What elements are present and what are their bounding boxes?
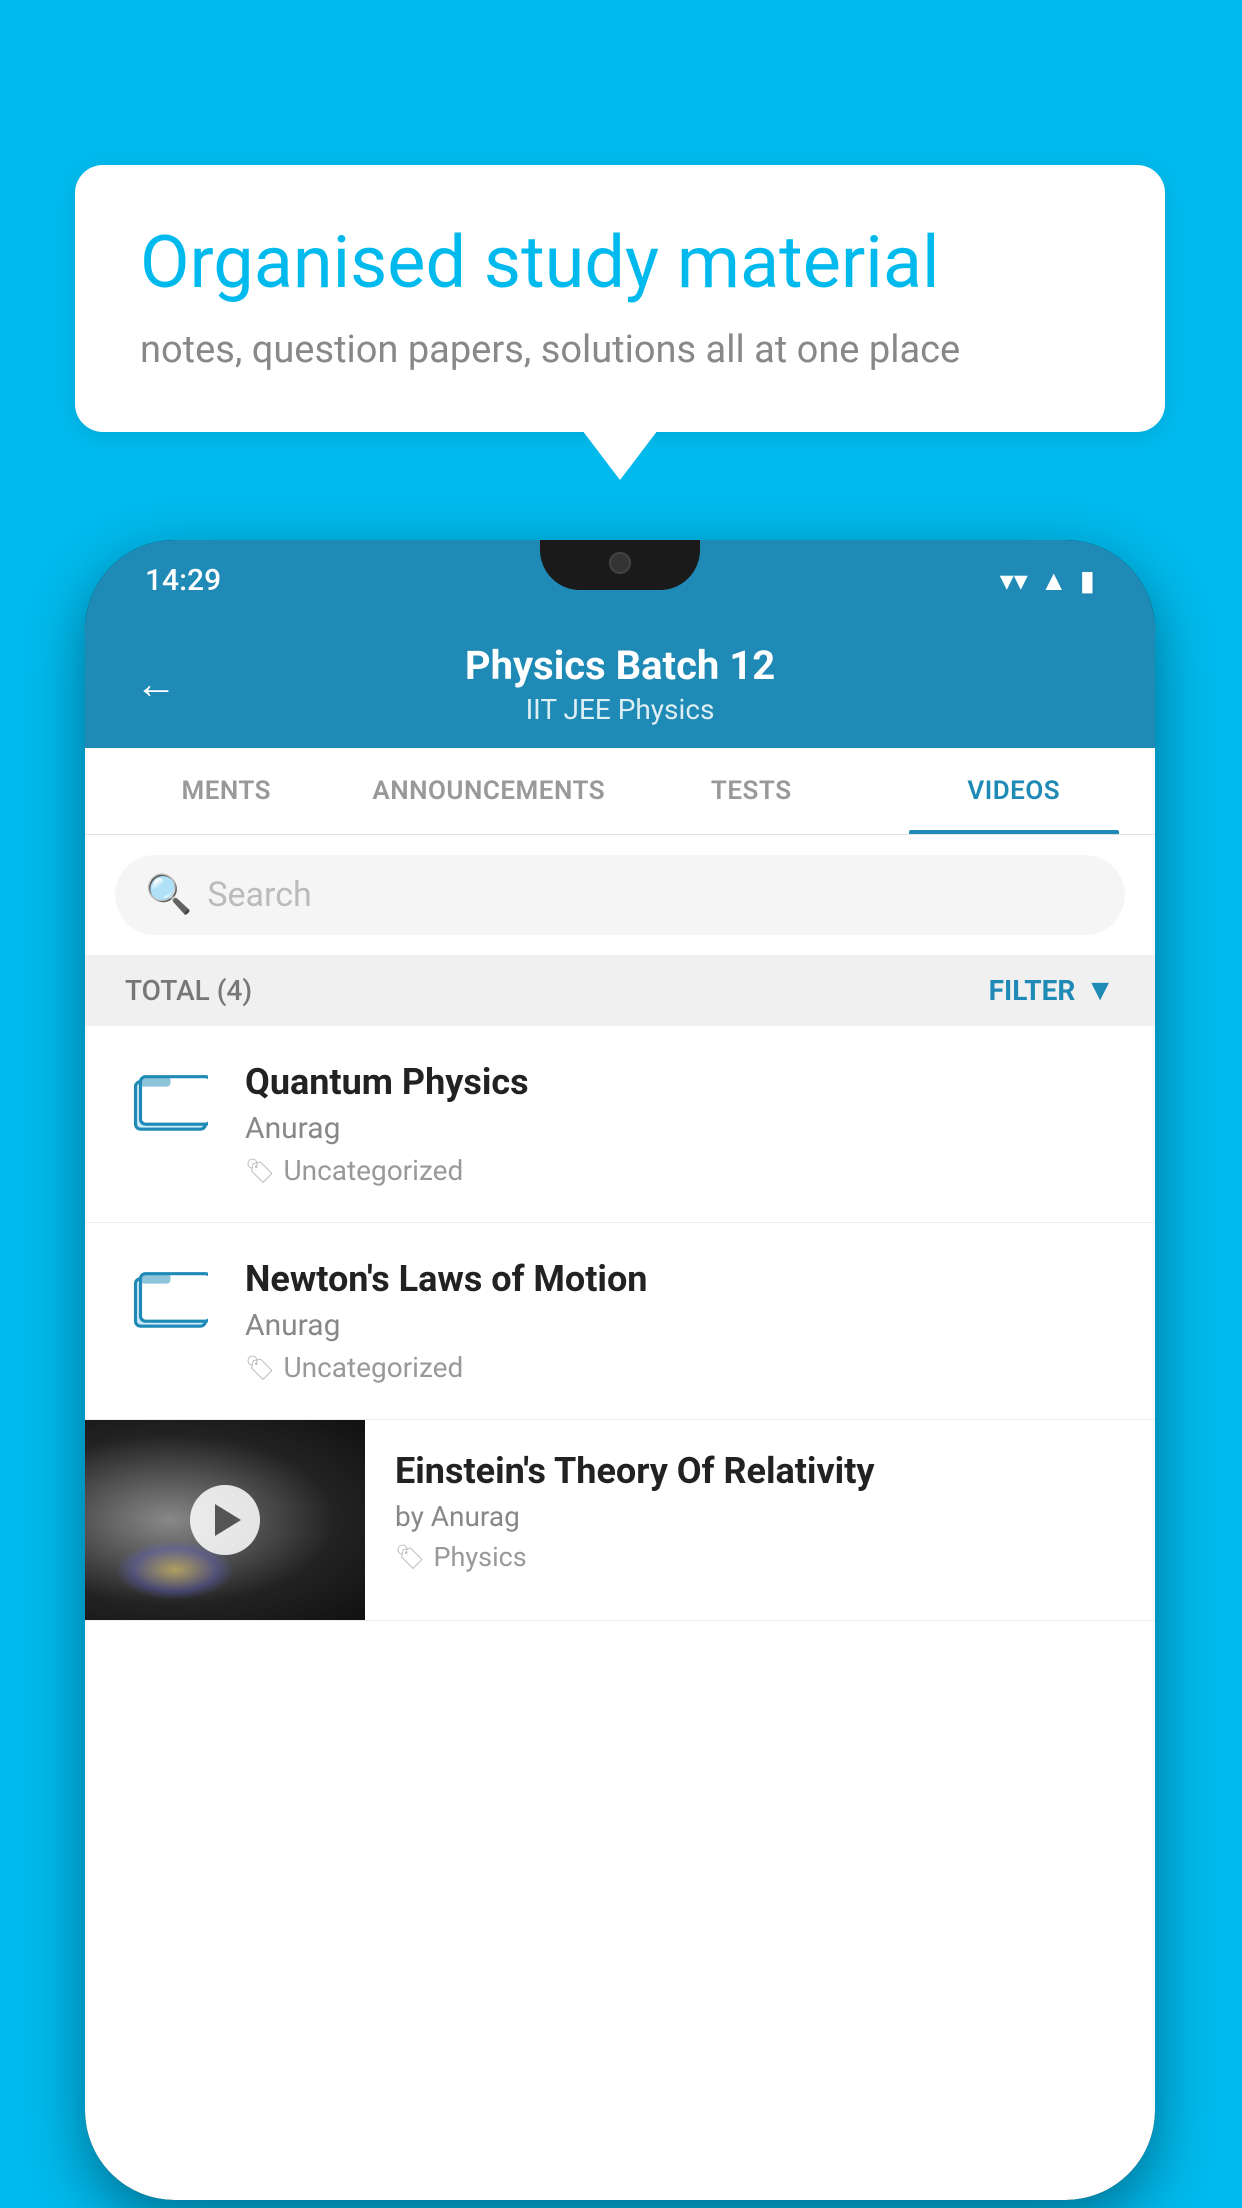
tag-label: Physics (433, 1541, 526, 1573)
battery-icon: ▮ (1080, 564, 1095, 597)
search-icon: 🔍 (145, 873, 192, 917)
video-info: Newton's Laws of Motion Anurag 🏷 Uncateg… (245, 1258, 1115, 1384)
back-button[interactable]: ← (135, 660, 177, 709)
video-author: by Anurag (395, 1500, 1125, 1533)
tab-bar: MENTS ANNOUNCEMENTS TESTS VIDEOS (85, 748, 1155, 835)
video-title: Newton's Laws of Motion (245, 1258, 1115, 1300)
phone-notch (540, 540, 700, 590)
header-subtitle: IIT JEE Physics (465, 693, 775, 726)
video-title: Einstein's Theory Of Relativity (395, 1450, 1125, 1492)
header-title: Physics Batch 12 (465, 642, 775, 689)
video-author: Anurag (245, 1111, 1115, 1146)
phone-frame: 14:29 ▾▾ ▲ ▮ ← Physics Batch 12 IIT JEE … (85, 540, 1155, 2200)
speech-bubble: Organised study material notes, question… (75, 165, 1165, 432)
phone-inner: 14:29 ▾▾ ▲ ▮ ← Physics Batch 12 IIT JEE … (85, 540, 1155, 2200)
tag-icon: 🏷 (245, 1157, 275, 1185)
bubble-title: Organised study material (140, 220, 1100, 306)
video-info: Quantum Physics Anurag 🏷 Uncategorized (245, 1061, 1115, 1187)
wifi-icon: ▾▾ (1000, 564, 1028, 597)
total-count-label: TOTAL (4) (125, 974, 252, 1007)
folder-icon (133, 1066, 208, 1136)
filter-button[interactable]: FILTER ▼ (989, 973, 1115, 1008)
filter-bar: TOTAL (4) FILTER ▼ (85, 955, 1155, 1026)
app-header: ← Physics Batch 12 IIT JEE Physics (85, 620, 1155, 748)
tab-videos[interactable]: VIDEOS (883, 748, 1146, 834)
status-bar: 14:29 ▾▾ ▲ ▮ (85, 540, 1155, 620)
tag-label: Uncategorized (283, 1351, 463, 1384)
list-item[interactable]: Quantum Physics Anurag 🏷 Uncategorized (85, 1026, 1155, 1223)
video-tag: 🏷 Uncategorized (245, 1351, 1115, 1384)
tab-ments[interactable]: MENTS (95, 748, 358, 834)
header-center: Physics Batch 12 IIT JEE Physics (465, 642, 775, 726)
phone-time: 14:29 (145, 563, 221, 598)
video-tag: 🏷 Physics (395, 1541, 1125, 1573)
tab-tests[interactable]: TESTS (620, 748, 883, 834)
filter-funnel-icon: ▼ (1085, 973, 1115, 1008)
search-bar[interactable]: 🔍 Search (115, 855, 1125, 935)
video-icon-wrapper (125, 1061, 215, 1136)
folder-icon (133, 1263, 208, 1333)
list-item[interactable]: Einstein's Theory Of Relativity by Anura… (85, 1420, 1155, 1621)
video-info: Einstein's Theory Of Relativity by Anura… (365, 1420, 1155, 1593)
video-thumbnail (85, 1420, 365, 1620)
status-icons: ▾▾ ▲ ▮ (1000, 564, 1095, 597)
video-tag: 🏷 Uncategorized (245, 1154, 1115, 1187)
play-icon (215, 1504, 241, 1536)
video-author: Anurag (245, 1308, 1115, 1343)
bubble-subtitle: notes, question papers, solutions all at… (140, 328, 1100, 372)
play-button[interactable] (190, 1485, 260, 1555)
tab-announcements[interactable]: ANNOUNCEMENTS (358, 748, 621, 834)
tag-icon: 🏷 (245, 1354, 275, 1382)
list-item[interactable]: Newton's Laws of Motion Anurag 🏷 Uncateg… (85, 1223, 1155, 1420)
search-placeholder: Search (207, 875, 311, 915)
search-container: 🔍 Search (85, 835, 1155, 955)
phone-camera (609, 552, 631, 574)
video-list: Quantum Physics Anurag 🏷 Uncategorized (85, 1026, 1155, 2200)
tag-label: Uncategorized (283, 1154, 463, 1187)
video-icon-wrapper (125, 1258, 215, 1333)
app-screen: ← Physics Batch 12 IIT JEE Physics MENTS… (85, 620, 1155, 2200)
signal-icon: ▲ (1040, 564, 1068, 597)
tag-icon: 🏷 (395, 1543, 425, 1571)
video-title: Quantum Physics (245, 1061, 1115, 1103)
filter-label: FILTER (989, 974, 1076, 1007)
